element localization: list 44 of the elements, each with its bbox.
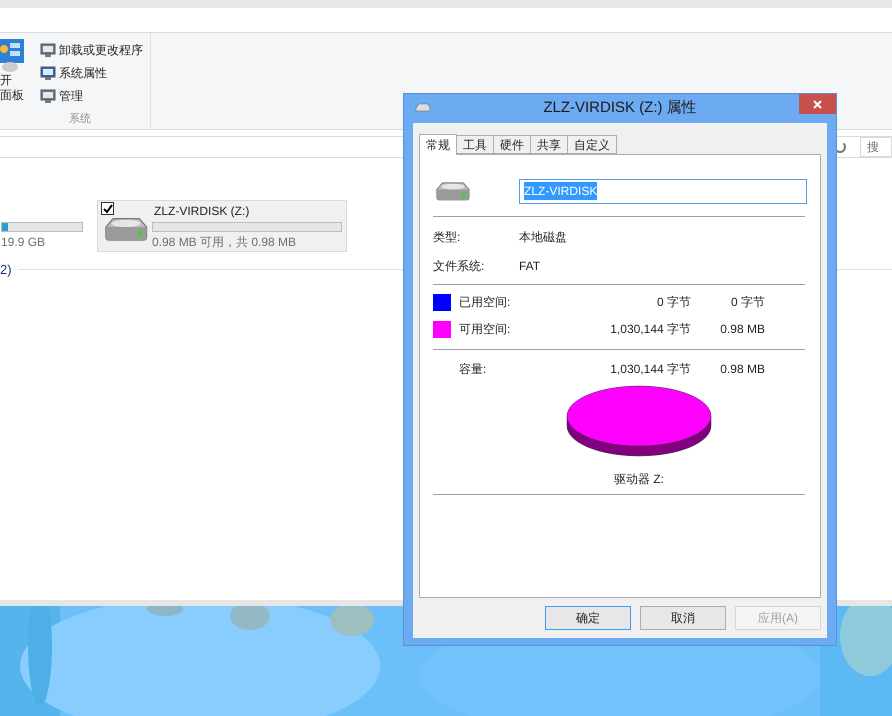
drive-label: 驱动器 Z: <box>614 471 664 488</box>
control-panel-icon <box>0 39 26 73</box>
close-icon <box>813 100 822 108</box>
space-label: 可用空间: <box>459 321 512 338</box>
tab[interactable]: 自定义 <box>567 135 617 154</box>
capacity-bytes: 1,030,144 字节 <box>609 361 691 378</box>
tab[interactable]: 常规 <box>419 134 457 155</box>
window-title: ZLZ-VIRDISK (Z:) 属性 <box>543 98 697 118</box>
checkbox[interactable] <box>101 202 114 215</box>
drive-tile[interactable]: 19.9 GB <box>0 200 88 252</box>
drive-tile[interactable]: ZLZ-VIRDISK (Z:) 0.98 MB 可用，共 0.98 MB <box>97 200 347 252</box>
monitor-icon <box>40 88 56 104</box>
space-bytes: 1,030,144 字节 <box>609 321 691 338</box>
drive-name: ZLZ-VIRDISK (Z:) <box>153 203 250 220</box>
drive-space: 0.98 MB 可用，共 0.98 MB <box>152 234 298 251</box>
tab[interactable]: 共享 <box>530 135 568 154</box>
monitor-icon <box>40 42 56 58</box>
dialog-button[interactable]: 确定 <box>545 606 631 630</box>
group-header: 2) <box>0 261 12 279</box>
close-button[interactable] <box>799 94 836 114</box>
field-label: 类型: <box>433 229 462 246</box>
tab[interactable]: 工具 <box>456 135 494 154</box>
control-panel-button[interactable]: 开 面板 <box>0 39 34 110</box>
dialog-button[interactable]: 取消 <box>640 606 726 630</box>
field-value: FAT <box>519 258 540 275</box>
drive-space: 19.9 GB <box>1 234 46 251</box>
capacity-label: 容量: <box>459 361 488 378</box>
space-label: 已用空间: <box>459 294 512 311</box>
ribbon-item[interactable]: 卸载或更改程序 <box>40 41 143 59</box>
ribbon-item[interactable]: 系统属性 <box>40 64 143 82</box>
checkmark-icon <box>102 204 112 214</box>
group-label: 系统 <box>68 112 92 126</box>
dialog-button: 应用(A) <box>735 606 821 630</box>
capacity-size: 0.98 MB <box>719 361 765 378</box>
monitor-icon <box>40 65 56 81</box>
space-size: 0 字节 <box>730 294 765 311</box>
space-bytes: 0 字节 <box>656 294 691 311</box>
drive-icon <box>415 103 431 113</box>
search-field[interactable]: 搜 <box>860 137 892 157</box>
ribbon-item[interactable]: 管理 <box>40 87 143 105</box>
field-value: 本地磁盘 <box>519 229 567 246</box>
tab[interactable]: 硬件 <box>493 135 531 154</box>
space-size: 0.98 MB <box>719 321 765 338</box>
field-label: 文件系统: <box>433 258 486 275</box>
